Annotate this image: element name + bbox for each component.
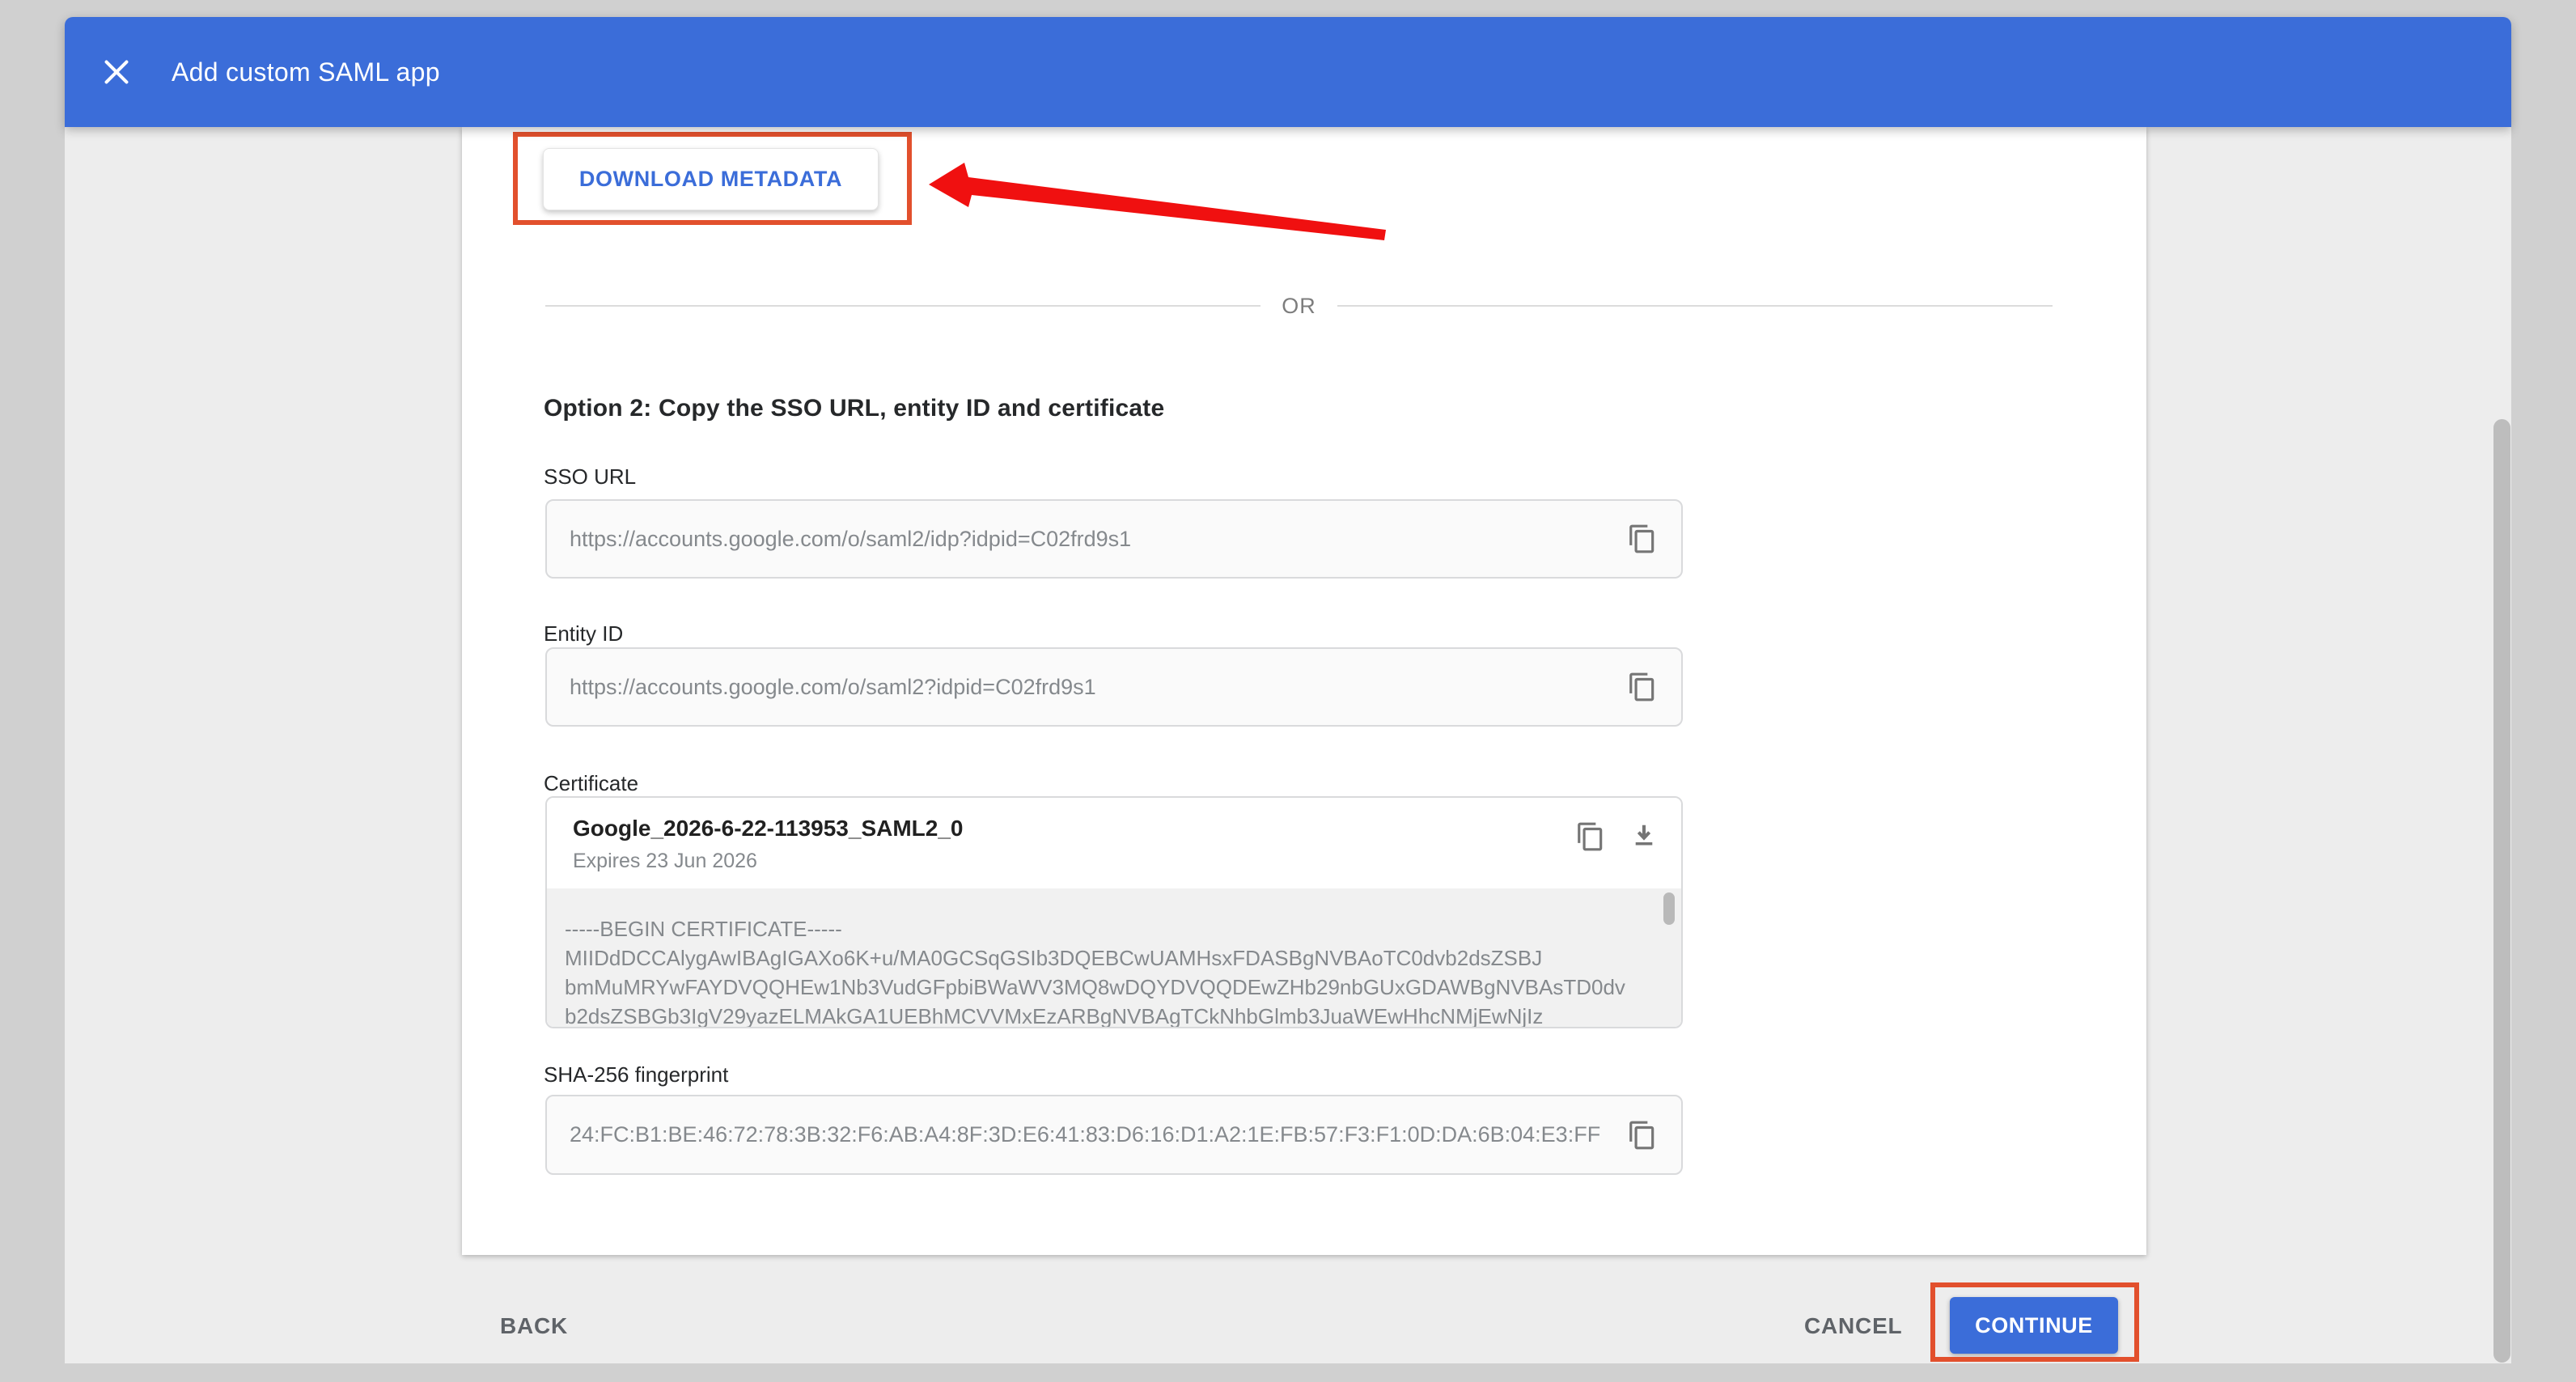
continue-button[interactable]: CONTINUE [1950, 1297, 2118, 1354]
or-divider: OR [545, 288, 2053, 324]
entity-id-label: Entity ID [544, 621, 623, 646]
certificate-pem-line: MIIDdDCCAlygAwIBAgIGAXo6K+u/MA0GCSqGSIb3… [565, 943, 1633, 973]
certificate-card: Google_2026-6-22-113953_SAML2_0 Expires … [545, 796, 1683, 1028]
copy-icon [1627, 672, 1658, 702]
sso-url-field[interactable]: https://accounts.google.com/o/saml2/idp?… [545, 499, 1683, 579]
sso-url-value: https://accounts.google.com/o/saml2/idp?… [570, 527, 1131, 552]
download-icon [1629, 821, 1659, 852]
certificate-label: Certificate [544, 771, 638, 796]
sso-url-label: SSO URL [544, 464, 636, 490]
divider-line-left [545, 305, 1260, 307]
certificate-pem-line: bmMuMRYwFAYDVQQHEw1Nb3VudGFpbiBWaWV3MQ8w… [565, 973, 1633, 1002]
screen: { "window": { "title": "Add custom SAML … [0, 0, 2576, 1382]
cancel-button[interactable]: CANCEL [1804, 1302, 1902, 1350]
download-metadata-button[interactable]: DOWNLOAD METADATA [543, 148, 879, 210]
certificate-download-button[interactable] [1626, 819, 1662, 854]
sha256-copy-button[interactable] [1625, 1117, 1660, 1153]
certificate-expiry: Expires 23 Jun 2026 [573, 850, 757, 873]
certificate-pem-line: -----BEGIN CERTIFICATE----- [565, 914, 1633, 943]
back-button[interactable]: BACK [500, 1302, 568, 1350]
close-button[interactable] [97, 53, 136, 91]
copy-icon [1627, 524, 1658, 554]
entity-id-value: https://accounts.google.com/o/saml2?idpi… [570, 675, 1096, 700]
certificate-header: Google_2026-6-22-113953_SAML2_0 Expires … [547, 798, 1681, 888]
certificate-pem-body[interactable]: -----BEGIN CERTIFICATE----- MIIDdDCCAlyg… [547, 888, 1681, 1027]
dialog-body-card: DOWNLOAD METADATA OR Option 2: Copy the … [462, 127, 2146, 1255]
entity-id-field[interactable]: https://accounts.google.com/o/saml2?idpi… [545, 647, 1683, 727]
close-icon [98, 53, 135, 91]
option2-heading: Option 2: Copy the SSO URL, entity ID an… [544, 395, 1164, 422]
sha256-label: SHA-256 fingerprint [544, 1062, 728, 1087]
sso-url-copy-button[interactable] [1625, 521, 1660, 557]
certificate-name: Google_2026-6-22-113953_SAML2_0 [573, 816, 964, 841]
page-scrollbar-thumb[interactable] [2493, 419, 2510, 1363]
saml-dialog: Add custom SAML app DOWNLOAD METADATA OR… [65, 17, 2511, 1363]
dialog-header: Add custom SAML app [65, 17, 2511, 127]
entity-id-copy-button[interactable] [1625, 669, 1660, 705]
copy-icon [1575, 821, 1606, 852]
dialog-title: Add custom SAML app [172, 57, 440, 87]
sha256-field[interactable]: 24:FC:B1:BE:46:72:78:3B:32:F6:AB:A4:8F:3… [545, 1095, 1683, 1175]
sha256-value: 24:FC:B1:BE:46:72:78:3B:32:F6:AB:A4:8F:3… [570, 1122, 1600, 1147]
certificate-copy-button[interactable] [1573, 819, 1608, 854]
copy-icon [1627, 1120, 1658, 1151]
certificate-pem-line: b2dsZSBGb3IgV29yazELMAkGA1UEBhMCVVMxEzAR… [565, 1002, 1633, 1027]
or-label: OR [1282, 294, 1316, 319]
certificate-scrollbar[interactable] [1663, 892, 1675, 925]
divider-line-right [1337, 305, 2053, 307]
